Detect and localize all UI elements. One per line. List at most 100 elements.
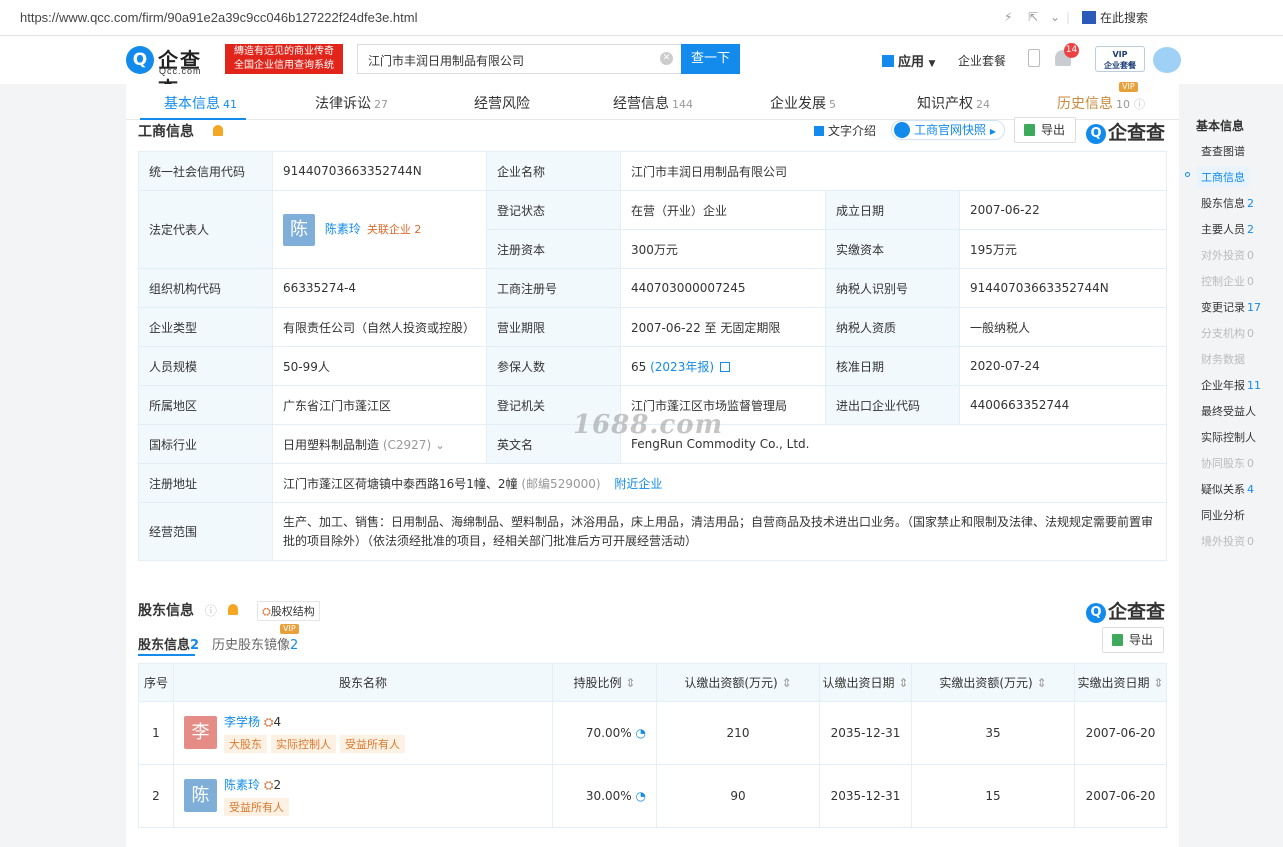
sub-date-value: 2035-12-31	[819, 764, 912, 828]
approve-date-value: 2020-07-24	[958, 346, 1168, 386]
tab-operation[interactable]: 经营信息 144	[613, 93, 693, 113]
shareholder-export-button[interactable]: 导出	[1102, 627, 1165, 653]
main-tabs: 基本信息 41 法律诉讼 27 经营风险 经营信息 144 企业发展 5 知识产权 24 …	[126, 82, 1179, 120]
legal-rep-avatar[interactable]: 陈	[283, 213, 315, 246]
sidenav-item-co-shareholders: 协同股东 0	[1201, 455, 1254, 471]
col-ratio[interactable]: 持股比例 ⇕	[552, 663, 657, 702]
tab-label: 历史信息	[1057, 96, 1113, 112]
name-key: 企业名称	[486, 151, 621, 191]
insured-year-link[interactable]: (2023年报)	[650, 360, 714, 374]
sidenav-label: 股东信息	[1201, 197, 1245, 210]
sidenav-label: 控制企业	[1201, 275, 1245, 288]
sidenav-item-graph[interactable]: 查查图谱	[1201, 143, 1245, 159]
search-input-value[interactable]: 江门市丰润日用制品有限公司	[368, 52, 524, 69]
relation-count[interactable]: 2	[273, 778, 281, 792]
paid-amount-value: 35	[911, 701, 1075, 765]
phone-icon[interactable]	[1028, 49, 1040, 67]
vip-package-button[interactable]: VIP 企业套餐	[1095, 46, 1145, 72]
tab-risk[interactable]: 经营风险	[474, 93, 530, 113]
paid-capital-key: 实缴资本	[825, 229, 960, 269]
tab-basic-info[interactable]: 基本信息 41	[164, 93, 237, 113]
sidenav-count: 2	[1247, 223, 1254, 236]
relation-icon: ⛭	[263, 778, 274, 792]
share-icon[interactable]: ⇱	[1028, 10, 1038, 24]
tab-legal[interactable]: 法律诉讼 27	[315, 93, 388, 113]
shareholder-table: 序号 股东名称 持股比例 ⇕ 认缴出资额(万元) ⇕ 认缴出资日期 ⇕ 实缴出资…	[138, 663, 1167, 828]
shareholder-title: 股东信息 ⓘ	[138, 600, 238, 620]
app-menu[interactable]: 应用 ▼	[882, 51, 935, 70]
ie-code-key: 进出口企业代码	[825, 385, 960, 425]
search-button[interactable]: 查一下	[681, 44, 740, 74]
col-paid-date-label: 实缴出资日期	[1077, 676, 1150, 690]
url-text[interactable]: https://www.qcc.com/firm/90a91e2a39c9cc0…	[20, 10, 417, 25]
tab-history-shareholders[interactable]: VIP 历史股东镜像2	[212, 624, 299, 653]
tag: 大股东	[224, 735, 267, 753]
user-avatar[interactable]	[1153, 47, 1181, 73]
sidenav-label: 疑似关系	[1201, 483, 1245, 496]
industry-cell[interactable]: 日用塑料制品制造 (C2927) ⌄	[272, 424, 487, 464]
shareholder-name-link[interactable]: 李学杨	[224, 715, 260, 729]
shareholder-avatar[interactable]: 陈	[184, 779, 217, 812]
chevron-down-icon[interactable]: ⌄	[435, 438, 445, 452]
sidenav-item-controller[interactable]: 实际控制人	[1201, 429, 1256, 445]
sidenav-item-shareholders[interactable]: 股东信息 2	[1201, 195, 1254, 211]
vip-label: VIP	[1112, 50, 1128, 59]
snapshot-button[interactable]: 工商官网快照 ▶	[891, 120, 1005, 140]
relation-count[interactable]: 4	[273, 715, 281, 729]
sidenav-label: 分支机构	[1201, 327, 1245, 340]
tag: 受益所有人	[340, 735, 405, 753]
ratio-cell: 70.00% ◔	[552, 701, 657, 765]
external-link-icon[interactable]	[720, 361, 731, 372]
sidenav-item-peer-analysis[interactable]: 同业分析	[1201, 507, 1245, 523]
pie-chart-icon[interactable]: ◔	[636, 726, 646, 740]
ratio-cell: 30.00% ◔	[552, 764, 657, 828]
intro-label: 文字介绍	[828, 124, 877, 138]
monitor-bell-icon[interactable]	[212, 125, 223, 136]
sidenav-item-changes[interactable]: 变更记录 17	[1201, 299, 1261, 315]
shareholder-cell: 李 李学杨 ⛭4 大股东 实际控制人 受益所有人	[173, 701, 553, 765]
sidenav-label: 工商信息	[1201, 171, 1245, 184]
qcc-logo[interactable]: Q 企查查 Qcc.com	[126, 44, 222, 101]
tab-shareholders[interactable]: 股东信息2	[138, 634, 199, 653]
sidenav-heading[interactable]: 基本信息	[1196, 117, 1244, 134]
related-companies-link[interactable]: 关联企业 2	[367, 223, 422, 236]
sub-amount-value: 210	[656, 701, 820, 765]
info-icon[interactable]: ⓘ	[1134, 98, 1145, 111]
row-index: 1	[138, 701, 174, 765]
slogan-banner: 縳造有远见的商业传奇 全国企业信用查询系统	[225, 44, 343, 74]
sidenav-item-key-people[interactable]: 主要人员 2	[1201, 221, 1254, 237]
tab-count: 10	[1116, 98, 1130, 111]
monitor-bell-icon[interactable]	[227, 604, 238, 615]
sidenav-item-beneficiary[interactable]: 最终受益人	[1201, 403, 1256, 419]
lightning-icon[interactable]: ⚡	[1004, 10, 1012, 24]
sidenav-item-biz-info[interactable]: 工商信息	[1197, 167, 1249, 187]
pie-chart-icon[interactable]: ◔	[636, 789, 646, 803]
equity-structure-button[interactable]: ⛭股权结构	[257, 601, 320, 621]
tab-label: 经营风险	[474, 96, 530, 112]
logo-domain: Qcc.com	[159, 66, 202, 76]
tab-development[interactable]: 企业发展 5	[770, 93, 836, 113]
term-value: 2007-06-22 至 无固定期限	[620, 307, 826, 347]
tax-qual-value: 一般纳税人	[958, 307, 1168, 347]
chevron-down-icon[interactable]: ⌄	[1050, 10, 1060, 24]
tab-history[interactable]: VIP 历史信息 10 ⓘ	[1057, 82, 1145, 113]
col-sub-date[interactable]: 认缴出资日期 ⇕	[819, 663, 912, 702]
tab-ip[interactable]: 知识产权 24	[917, 93, 990, 113]
export-button[interactable]: 导出	[1014, 117, 1077, 143]
shareholder-name-link[interactable]: 陈素玲	[224, 778, 260, 792]
browser-search-box[interactable]: 在此搜索	[1082, 9, 1148, 26]
col-paid-amount[interactable]: 实缴出资额(万元) ⇕	[911, 663, 1075, 702]
nearby-companies-link[interactable]: 附近企业	[614, 477, 662, 491]
info-icon[interactable]: ⓘ	[205, 604, 217, 618]
intro-button[interactable]: 文字介绍	[814, 122, 876, 139]
shareholder-avatar[interactable]: 李	[184, 716, 217, 749]
package-link[interactable]: 企业套餐	[958, 52, 1006, 69]
sidenav-item-annual-reports[interactable]: 企业年报 11	[1201, 377, 1261, 393]
clear-icon[interactable]: ✕	[660, 52, 673, 65]
search-input[interactable]: 江门市丰润日用制品有限公司 ✕	[357, 44, 681, 74]
col-paid-date[interactable]: 实缴出资日期 ⇕	[1074, 663, 1167, 702]
sidenav-item-branches: 分支机构 0	[1201, 325, 1254, 341]
sidenav-item-suspected[interactable]: 疑似关系 4	[1201, 481, 1254, 497]
col-sub-amount[interactable]: 认缴出资额(万元) ⇕	[656, 663, 820, 702]
legal-rep-link[interactable]: 陈素玲	[325, 222, 361, 236]
